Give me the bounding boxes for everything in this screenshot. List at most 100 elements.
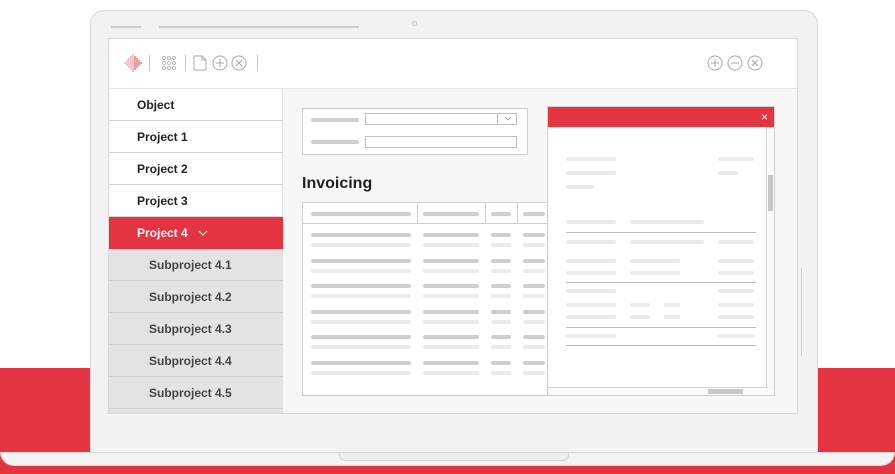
scrollbar-thumb[interactable] (708, 389, 743, 394)
popup-text-placeholder (566, 185, 594, 189)
sidebar-subitem-label: Subproject 4.3 (149, 321, 232, 336)
table-cell-placeholder (491, 294, 511, 298)
popup-text-placeholder (630, 259, 680, 263)
table-cell-placeholder (523, 370, 545, 375)
table-cell-placeholder (423, 284, 479, 288)
add-circle-icon[interactable] (212, 55, 228, 71)
sidebar-item-project-2[interactable]: Project 2 (109, 153, 283, 185)
sidebar-item-project-3[interactable]: Project 3 (109, 185, 283, 217)
table-column-divider (485, 203, 486, 223)
popup-text-placeholder (566, 271, 616, 275)
laptop-base-notch (339, 453, 569, 461)
scrollbar-thumb[interactable] (768, 175, 773, 211)
table-cell-placeholder (491, 335, 511, 339)
table-cell-placeholder (491, 268, 511, 273)
table-cell-placeholder (523, 319, 545, 324)
sidebar-subitem-label: Subproject 4.5 (149, 385, 232, 400)
window-minimize-icon[interactable] (727, 55, 743, 71)
sidebar-item-project-1[interactable]: Project 1 (109, 121, 283, 153)
table-cell-placeholder (311, 284, 411, 288)
table-cell-placeholder (311, 370, 411, 375)
sidebar-header-object: Object (109, 89, 283, 121)
sidebar-subitem-4-2[interactable]: Subproject 4.2 (109, 281, 283, 313)
table-cell-placeholder (491, 360, 511, 365)
table-cell-placeholder (423, 319, 479, 324)
table-cell-placeholder (491, 309, 511, 314)
sidebar-subitem-label: Subproject 4.1 (149, 257, 232, 272)
table-header-placeholder (311, 212, 411, 216)
popup-text-placeholder (566, 315, 616, 319)
popup-text-placeholder (566, 157, 616, 161)
sidebar-subitem-4-1[interactable]: Subproject 4.1 (109, 249, 283, 281)
popup-text-placeholder (718, 157, 754, 161)
popup-text-placeholder (630, 303, 650, 307)
table-cell-placeholder (523, 294, 545, 298)
table-cell-placeholder (423, 360, 479, 365)
popup-text-placeholder (718, 271, 754, 275)
sidebar-header-label: Object (137, 97, 175, 112)
lid-decoration (159, 26, 359, 28)
popup-text-placeholder (718, 289, 754, 293)
table-cell-placeholder (523, 335, 545, 339)
table-cell-placeholder (523, 309, 545, 314)
form-label-placeholder (311, 140, 359, 144)
popup-text-placeholder (630, 220, 704, 224)
sidebar-subitem-4-4[interactable]: Subproject 4.4 (109, 345, 283, 377)
toolbar-separator (149, 55, 150, 71)
table-cell-placeholder (491, 233, 511, 237)
table-cell-placeholder (523, 233, 545, 237)
popup-divider (566, 282, 756, 283)
sidebar-subitem-4-5[interactable]: Subproject 4.5 (109, 377, 283, 409)
window-close-icon[interactable] (747, 55, 763, 71)
chevron-down-icon (198, 230, 208, 236)
popup-text-placeholder (718, 240, 754, 244)
sidebar-item-label: Project 3 (137, 193, 188, 208)
logo-diamond-icon (124, 54, 142, 72)
popup-text-placeholder (718, 259, 754, 263)
table-cell-placeholder (491, 284, 511, 288)
table-cell-placeholder (423, 258, 479, 263)
horizontal-scrollbar[interactable] (548, 387, 768, 395)
page-title: Invoicing (302, 175, 373, 192)
popup-text-placeholder (566, 220, 616, 224)
chevron-down-icon (504, 116, 512, 121)
popup-text-placeholder (630, 271, 680, 275)
table-cell-placeholder (423, 294, 479, 298)
table-cell-placeholder (491, 258, 511, 263)
sidebar-subitem-4-3[interactable]: Subproject 4.3 (109, 313, 283, 345)
vertical-scrollbar[interactable] (766, 127, 774, 389)
document-icon[interactable] (193, 55, 207, 71)
window-add-icon[interactable] (707, 55, 723, 71)
lid-decoration (111, 26, 141, 28)
table-header-divider (303, 223, 549, 224)
table-cell-placeholder (423, 233, 479, 237)
table-cell-placeholder (491, 370, 511, 375)
close-icon[interactable]: × (761, 109, 768, 125)
sidebar-subitem-label: Subproject 4.2 (149, 289, 232, 304)
popup-text-placeholder (566, 259, 616, 263)
table-cell-placeholder (311, 309, 411, 314)
table-column-divider (417, 203, 418, 223)
sidebar-item-label: Project 4 (137, 225, 188, 240)
dropdown-select[interactable] (365, 113, 517, 125)
table-cell-placeholder (523, 345, 545, 349)
text-input[interactable] (365, 136, 517, 148)
table-cell-placeholder (311, 258, 411, 263)
popup-text-placeholder (566, 289, 616, 293)
popup-text-placeholder (566, 240, 616, 244)
popup-header: × (548, 107, 774, 127)
close-circle-icon[interactable] (231, 55, 247, 71)
table-cell-placeholder (311, 319, 411, 324)
sidebar-item-project-4[interactable]: Project 4 (109, 217, 283, 249)
grid-icon[interactable] (161, 55, 177, 71)
table-cell-placeholder (311, 294, 411, 298)
table-header-placeholder (491, 212, 511, 216)
table-cell-placeholder (491, 345, 511, 349)
toolbar-separator (185, 55, 186, 71)
popup-text-placeholder (566, 334, 616, 338)
popup-divider (566, 345, 756, 346)
table-cell-placeholder (423, 345, 479, 349)
table-cell-placeholder (311, 345, 411, 349)
table-header-placeholder (423, 212, 479, 216)
table-cell-placeholder (311, 243, 411, 247)
